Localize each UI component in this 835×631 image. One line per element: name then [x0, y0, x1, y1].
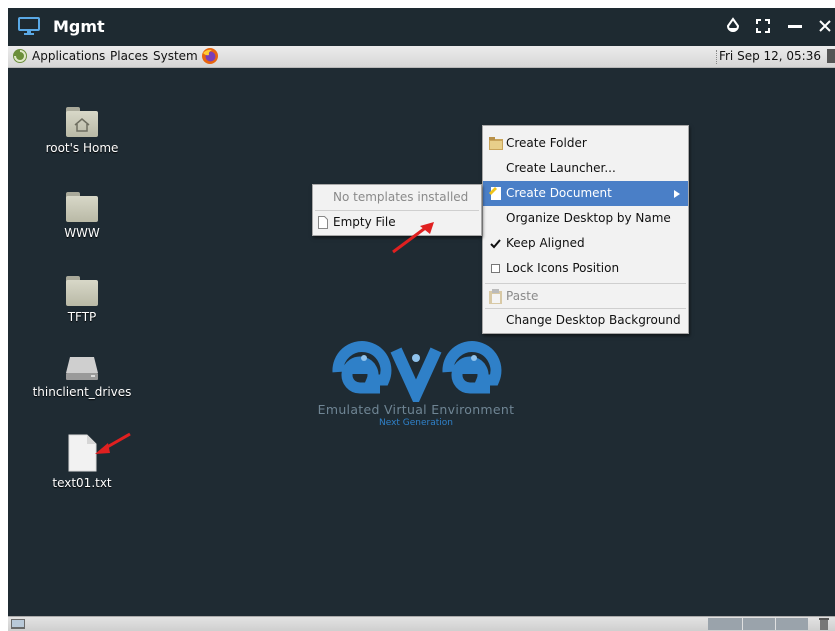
- folder-icon: [66, 276, 98, 306]
- eve-logo: Emulated Virtual Environment Next Genera…: [306, 340, 526, 435]
- menu-item-create-launcher[interactable]: Create Launcher...: [483, 156, 688, 181]
- desktop-icon-tftp[interactable]: TFTP: [37, 276, 127, 324]
- places-menu[interactable]: Places: [110, 49, 148, 63]
- system-menu[interactable]: System: [153, 49, 198, 63]
- new-document-icon: [489, 187, 501, 200]
- logo-subtitle: Emulated Virtual Environment: [317, 402, 515, 417]
- menu-item-create-document[interactable]: Create Document: [483, 181, 688, 206]
- remote-desktop-window: Mgmt Applications Places System Fri Sep: [8, 8, 835, 631]
- close-icon[interactable]: [816, 17, 834, 35]
- desktop-icon-www[interactable]: WWW: [37, 192, 127, 240]
- empty-file-icon: [318, 216, 328, 229]
- fullscreen-icon[interactable]: [754, 17, 772, 35]
- applications-menu[interactable]: Applications: [32, 49, 105, 63]
- desktop-icon-label: TFTP: [67, 310, 97, 324]
- minimize-icon[interactable]: [786, 17, 804, 35]
- show-desktop-icon[interactable]: [11, 618, 25, 629]
- drop-icon[interactable]: [724, 17, 742, 35]
- window-title: Mgmt: [53, 17, 105, 36]
- panel-clock[interactable]: Fri Sep 12, 05:36: [719, 49, 821, 63]
- check-icon: [490, 239, 501, 249]
- submenu-item-no-templates: No templates installed: [333, 190, 469, 204]
- annotation-arrow-empty-file: [392, 222, 434, 254]
- drive-icon: [66, 357, 98, 380]
- paste-icon: [489, 289, 502, 304]
- annotation-arrow-text-file: [95, 432, 131, 454]
- desktop-icon-label: root's Home: [45, 141, 119, 155]
- folder-icon: [66, 192, 98, 222]
- desktop-icon-label: thinclient_drives: [32, 385, 132, 399]
- top-panel: Applications Places System Fri Sep 12, 0…: [8, 46, 835, 68]
- checkbox-icon[interactable]: [491, 264, 500, 273]
- chevron-right-icon: [674, 190, 680, 198]
- home-folder-icon: [66, 107, 98, 137]
- desktop-icon-root-home[interactable]: root's Home: [37, 107, 127, 155]
- desktop-icon-label: WWW: [64, 226, 100, 240]
- menu-item-keep-aligned[interactable]: Keep Aligned: [483, 231, 688, 256]
- new-folder-icon: [489, 137, 503, 150]
- panel-tray-icon[interactable]: [827, 49, 835, 63]
- firefox-icon[interactable]: [201, 47, 219, 65]
- desktop-icon-label: text01.txt: [52, 476, 112, 490]
- menu-item-organize-desktop[interactable]: Organize Desktop by Name: [483, 206, 688, 231]
- window-titlebar: Mgmt: [8, 8, 835, 46]
- menu-item-paste: Paste: [483, 284, 688, 309]
- menu-item-change-background[interactable]: Change Desktop Background: [483, 308, 688, 333]
- distro-logo-icon: [13, 49, 27, 63]
- logo-tagline: Next Generation: [378, 418, 454, 428]
- workspace-switcher[interactable]: [708, 618, 808, 630]
- desktop-area[interactable]: root's Home WWW TFTP thinclient_drives t…: [8, 68, 835, 616]
- desktop-context-menu: Create Folder Create Launcher... Create …: [482, 125, 689, 334]
- monitor-icon: [18, 17, 40, 35]
- menu-item-lock-icons[interactable]: Lock Icons Position: [483, 256, 688, 281]
- eve-logo-mark: [332, 341, 502, 402]
- desktop-icon-thinclient-drives[interactable]: thinclient_drives: [32, 355, 132, 399]
- trash-icon[interactable]: [818, 618, 830, 630]
- menu-item-create-folder[interactable]: Create Folder: [483, 131, 688, 156]
- bottom-panel: [8, 616, 835, 631]
